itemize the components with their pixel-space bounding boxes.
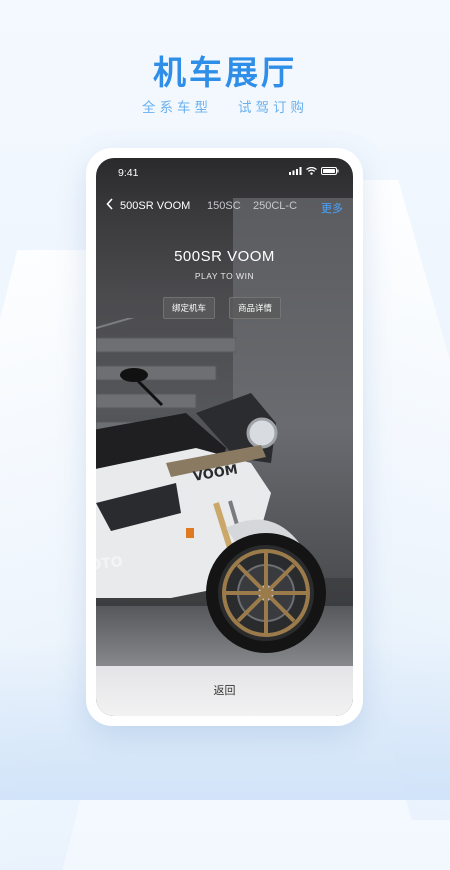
model-name: 500SR VOOM [174, 248, 275, 265]
status-time: 9:41 [118, 167, 139, 179]
motorcycle-image: VOOM MOTO [96, 368, 326, 653]
status-icons [289, 167, 339, 175]
phone-screen: VOOM MOTO 9:41 500SR VOOM 150SC 250CL-C … [96, 158, 353, 716]
return-button[interactable]: 返回 [96, 666, 353, 716]
subtitle-test-drive: 试驾订购 [238, 100, 308, 115]
tab-150sc[interactable]: 150SC [207, 200, 241, 212]
tab-500sr-voom[interactable]: 500SR VOOM [120, 200, 190, 212]
page-title: 机车展厅 [153, 54, 297, 91]
phone-frame: VOOM MOTO 9:41 500SR VOOM 150SC 250CL-C … [86, 148, 363, 726]
model-slogan: PLAY TO WIN [194, 271, 255, 281]
tab-250cl-c[interactable]: 250CL-C [253, 200, 297, 212]
more-models-link[interactable]: 更多 [321, 200, 343, 216]
subtitle-all-models: 全系车型 [142, 100, 212, 115]
model-tab-bar: 500SR VOOM 150SC 250CL-C 更多 [96, 194, 353, 218]
status-bar: 9:41 [96, 158, 353, 186]
signal-icon [289, 167, 302, 175]
bind-motorcycle-button[interactable]: 绑定机车 [163, 297, 216, 319]
page-subtitle: 全系车型 试驾订购 [0, 96, 450, 116]
wifi-icon [306, 167, 317, 175]
back-chevron-icon[interactable] [106, 198, 114, 210]
product-detail-button[interactable]: 商品详情 [229, 297, 282, 319]
battery-icon [321, 167, 339, 175]
